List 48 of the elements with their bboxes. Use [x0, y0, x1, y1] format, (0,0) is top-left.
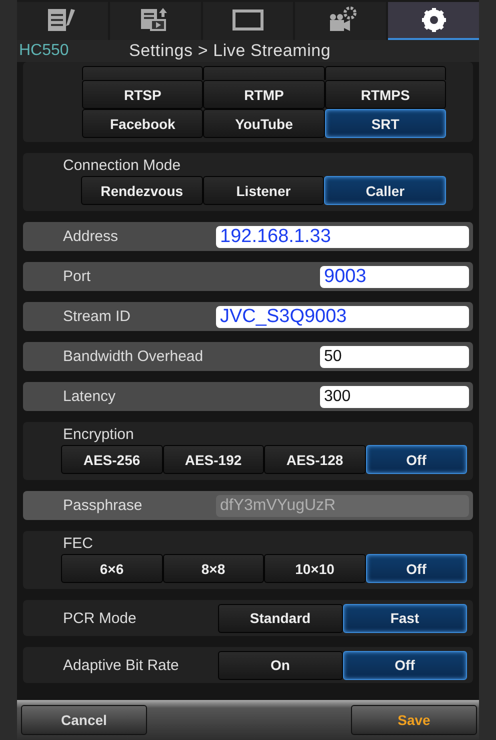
option-button[interactable]: YouTube [203, 109, 325, 138]
option-button[interactable]: Listener [202, 176, 324, 205]
option-button[interactable]: Off [366, 554, 467, 583]
settings-icon [420, 7, 447, 33]
option-button[interactable]: 10×10 [264, 554, 366, 583]
option-button[interactable]: 6×6 [61, 554, 162, 583]
input-field[interactable]: 50 [320, 346, 469, 368]
setting-label: Bandwidth Overhead [63, 348, 204, 365]
setting-label: Passphrase [63, 497, 142, 514]
option-button[interactable]: Facebook [82, 109, 204, 138]
option-button[interactable]: RTSP [82, 80, 204, 109]
option-button[interactable]: RTMP [203, 80, 325, 109]
option-button[interactable]: Rendezvous [81, 176, 203, 205]
input-field[interactable]: JVC_S3Q9003 [216, 306, 469, 328]
input-field[interactable]: 192.168.1.33 [216, 226, 469, 248]
option-button[interactable]: 8×8 [162, 554, 264, 583]
setting-label: Port [63, 268, 91, 285]
option-button[interactable]: AES-256 [61, 445, 162, 474]
page-title: Settings > Live Streaming [129, 41, 331, 61]
option-button[interactable]: AES-192 [162, 445, 264, 474]
option-button[interactable]: Fast [342, 604, 467, 632]
setting-label: Address [63, 228, 118, 245]
option-button[interactable]: Off [342, 650, 467, 680]
tab[interactable] [17, 2, 108, 40]
option-button[interactable]: AES-128 [264, 445, 366, 474]
tab[interactable] [202, 2, 294, 40]
setting-label: FEC [62, 535, 94, 552]
setting-label: Latency [63, 388, 116, 405]
setting-label: Stream ID [63, 308, 131, 325]
model-name: HC550 [19, 42, 70, 60]
setting-label: PCR Mode [63, 610, 136, 626]
save-button[interactable]: Save [351, 705, 477, 735]
option-button[interactable]: Off [366, 445, 467, 474]
input-field[interactable]: 9003 [320, 266, 469, 288]
option-button[interactable]: Standard [218, 604, 342, 632]
tab[interactable] [110, 2, 201, 40]
option-button[interactable]: RTMPS [324, 80, 446, 109]
input-field[interactable]: 300 [320, 386, 469, 408]
option-button[interactable]: SRT [324, 109, 446, 138]
option-button[interactable]: On [218, 650, 342, 680]
cancel-button[interactable]: Cancel [21, 705, 147, 735]
setting-label: Connection Mode [62, 157, 182, 174]
rectangle-icon [232, 9, 264, 31]
tab[interactable] [295, 2, 386, 40]
setting-label: Adaptive Bit Rate [63, 656, 179, 674]
tab[interactable] [388, 2, 479, 40]
setting-label: Encryption [62, 426, 135, 443]
option-button[interactable]: Caller [324, 176, 446, 205]
